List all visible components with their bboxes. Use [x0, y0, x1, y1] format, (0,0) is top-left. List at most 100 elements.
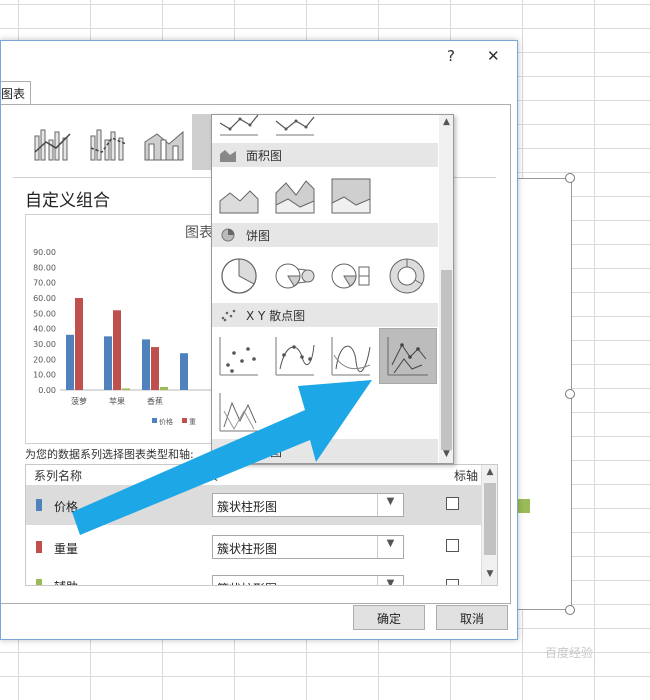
scatter-markers-chart-icon[interactable] [218, 335, 260, 377]
column-header-secondary-axis: 标轴 [454, 469, 479, 483]
series-table: 系列名称 图表 标轴 价格 簇状柱形图 ▼ 重量 簇状柱形图 ▼ 辅助 簇状柱形… [25, 464, 498, 586]
y-tick-label: 70.00 [33, 279, 56, 288]
combo-clustered-column-line-icon[interactable] [32, 122, 74, 164]
secondary-axis-checkbox[interactable] [446, 497, 459, 510]
scroll-up-icon[interactable]: ▲ [482, 467, 497, 477]
scatter-straight-lines-chart-icon[interactable] [218, 391, 260, 433]
category-label: 雷达图 [246, 445, 283, 459]
tab-all-charts[interactable]: 图表 [1, 81, 31, 105]
category-scatter: X Y 散点图 [212, 303, 438, 327]
category-label: 饼图 [246, 229, 271, 243]
100-stacked-area-chart-icon[interactable] [330, 175, 372, 217]
chart-type-value: 簇状柱形图 [217, 500, 278, 514]
y-tick-label: 10.00 [33, 371, 56, 380]
bar [151, 347, 159, 390]
series-color-swatch [36, 541, 42, 553]
bar [113, 310, 121, 390]
chart-type-value: 簇状柱形图 [217, 582, 277, 585]
area-chart-option-icon[interactable] [218, 175, 260, 217]
combo-stacked-area-column-icon[interactable] [143, 122, 185, 164]
dropdown-scrollbar[interactable]: ▲ ▼ [439, 115, 453, 463]
combo-column-line-secondary-icon[interactable] [88, 122, 130, 164]
table-row[interactable]: 辅助 簇状柱形图 ▼ [26, 569, 481, 585]
instruction-text: 为您的数据系列选择图表类型和轴: [25, 448, 194, 461]
series-name: 价格 [54, 500, 79, 514]
help-button[interactable]: ? [447, 47, 455, 65]
pie-of-pie-chart-icon[interactable] [274, 255, 316, 297]
line-chart-icon[interactable] [218, 114, 260, 137]
chart-type-value: 簇状柱形图 [217, 542, 278, 556]
x-tick-label: 香蕉 [147, 396, 163, 406]
scatter-chart-icon [221, 309, 236, 322]
series-color-swatch [36, 499, 42, 511]
preview-chart-title: 图表 [185, 225, 213, 241]
scatter-smooth-markers-chart-icon[interactable] [274, 335, 316, 377]
column-header-chart-type: 图表 [194, 469, 219, 483]
area-chart-icon [220, 150, 236, 162]
legend-label: 重 [189, 418, 196, 426]
category-pie: 饼图 [212, 223, 438, 247]
doughnut-chart-icon[interactable] [386, 255, 428, 297]
bar [142, 339, 150, 390]
chart-type-select[interactable]: 簇状柱形图 ▼ [212, 535, 404, 559]
watermark: 百度经验 [545, 646, 594, 660]
scroll-down-icon[interactable]: ▼ [439, 449, 453, 463]
y-tick-label: 20.00 [33, 355, 56, 364]
bar [66, 334, 74, 390]
category-radar: 雷达图 [212, 439, 438, 463]
chart-type-select[interactable]: 簇状柱形图 ▼ [212, 493, 404, 517]
close-button[interactable]: ✕ [487, 47, 500, 65]
secondary-axis-checkbox[interactable] [446, 539, 459, 552]
scatter-smooth-lines-chart-icon[interactable] [330, 335, 372, 377]
chevron-down-icon[interactable]: ▼ [377, 576, 403, 585]
pie-chart-option-icon[interactable] [218, 255, 260, 297]
resize-handle-top-right[interactable] [565, 173, 575, 183]
table-scroll-thumb[interactable] [484, 483, 496, 555]
series-name: 重量 [54, 542, 79, 556]
chart-type-select[interactable]: 簇状柱形图 ▼ [212, 575, 404, 585]
category-label: X Y 散点图 [246, 309, 306, 323]
y-tick-label: 40.00 [33, 325, 56, 334]
secondary-axis-checkbox[interactable] [446, 579, 459, 585]
bar [104, 336, 112, 390]
chevron-down-icon[interactable]: ▼ [377, 536, 403, 558]
section-title: 自定义组合 [25, 191, 110, 211]
ok-button[interactable]: 确定 [353, 605, 425, 630]
resize-handle-bottom-right[interactable] [565, 605, 575, 615]
bar [75, 298, 83, 390]
line-markers-chart-icon[interactable] [274, 114, 316, 137]
radar-chart-icon [220, 444, 236, 458]
column-header-series-name: 系列名称 [34, 469, 83, 483]
y-tick-label: 50.00 [33, 309, 56, 318]
category-label: 面积图 [246, 149, 283, 163]
bar [160, 386, 168, 390]
series-color-swatch [36, 579, 42, 585]
background-chart-bar [518, 499, 530, 513]
legend-swatch [152, 418, 157, 423]
legend-label: 价格 [159, 417, 173, 426]
resize-handle-middle-right[interactable] [565, 389, 575, 399]
stacked-area-chart-icon[interactable] [274, 175, 316, 217]
table-row[interactable]: 价格 簇状柱形图 ▼ [26, 485, 481, 525]
scroll-down-icon[interactable]: ▼ [482, 569, 497, 579]
x-tick-label: 苹果 [109, 396, 125, 406]
dropdown-scroll-thumb[interactable] [441, 270, 452, 450]
scatter-straight-markers-chart-icon[interactable] [379, 328, 437, 384]
pie-chart-icon [221, 228, 235, 242]
chart-type-dropdown: 面积图 饼图 X Y 散点图 雷达图 ▲ ▼ [211, 114, 454, 464]
y-tick-label: 30.00 [33, 340, 56, 349]
scroll-up-icon[interactable]: ▲ [439, 117, 453, 131]
series-name: 辅助 [54, 578, 78, 585]
bar-of-pie-chart-icon[interactable] [330, 255, 372, 297]
y-tick-label: 90.00 [33, 248, 56, 257]
table-row[interactable]: 重量 簇状柱形图 ▼ [26, 527, 481, 567]
chevron-down-icon[interactable]: ▼ [377, 494, 403, 516]
table-scrollbar[interactable]: ▲ ▼ [481, 465, 497, 585]
bar [122, 388, 130, 390]
category-area: 面积图 [212, 143, 438, 167]
y-tick-label: 80.00 [33, 263, 56, 272]
combo-custom-icon[interactable] [192, 114, 212, 170]
chart-object-frame[interactable] [510, 178, 572, 610]
cancel-button[interactable]: 取消 [436, 605, 508, 630]
y-tick-label: 60.00 [33, 294, 56, 303]
